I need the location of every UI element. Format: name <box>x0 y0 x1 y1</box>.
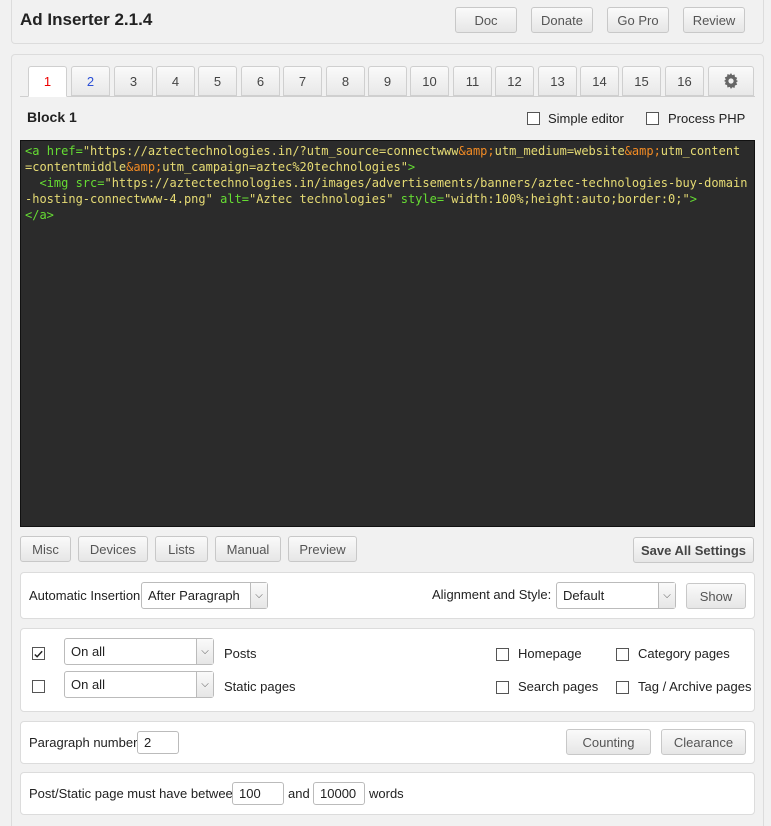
category-pages-checkbox[interactable] <box>616 648 629 661</box>
tab-15[interactable]: 15 <box>622 66 661 96</box>
posts-checkbox[interactable] <box>32 647 45 660</box>
tag-archive-pages-checkbox[interactable] <box>616 681 629 694</box>
tab-14[interactable]: 14 <box>580 66 619 96</box>
paragraph-number-label: Paragraph number <box>29 735 138 750</box>
static-pages-select[interactable]: On all ⌵ <box>64 671 214 698</box>
clearance-button[interactable]: Clearance <box>661 729 746 755</box>
code-token: alt= <box>220 192 249 206</box>
chevron-down-icon: ⌵ <box>658 583 675 608</box>
tab-1[interactable]: 1 <box>28 66 67 97</box>
words-min-input[interactable]: 100 <box>232 782 284 805</box>
lists-button[interactable]: Lists <box>155 536 208 562</box>
alignment-style-label: Alignment and Style: <box>432 587 552 602</box>
words-label-and: and <box>288 786 310 801</box>
search-pages-label: Search pages <box>518 679 599 694</box>
counting-button[interactable]: Counting <box>566 729 651 755</box>
code-token: &amp; <box>126 160 163 174</box>
tab-7[interactable]: 7 <box>283 66 322 96</box>
homepage-checkbox[interactable] <box>496 648 509 661</box>
code-token: -hosting-connectwww-4.png" <box>25 192 213 206</box>
simple-editor-label: Simple editor <box>548 111 624 126</box>
words-max-input[interactable]: 10000 <box>313 782 365 805</box>
code-token: &amp; <box>458 144 495 158</box>
code-token: utm_medium=website <box>494 144 625 158</box>
tab-12[interactable]: 12 <box>495 66 534 96</box>
devices-button[interactable]: Devices <box>78 536 148 562</box>
code-token: src= <box>75 176 105 190</box>
tab-4[interactable]: 4 <box>156 66 195 96</box>
code-token: > <box>407 160 416 174</box>
code-token: "https://aztectechnologies.in/images/adv… <box>104 176 748 190</box>
code-token: utm_campaign=aztec%20technologies" <box>162 160 408 174</box>
automatic-insertion-value: After Paragraph <box>148 588 240 603</box>
automatic-insertion-label: Automatic Insertion: <box>29 588 144 603</box>
homepage-label: Homepage <box>518 646 582 661</box>
review-button[interactable]: Review <box>683 7 745 33</box>
code-token: utm_content <box>660 144 741 158</box>
page-title: Ad Inserter 2.1.4 <box>20 10 153 29</box>
code-token: "https://aztectechnologies.in/?utm_sourc… <box>82 144 459 158</box>
code-token: <img <box>25 176 76 190</box>
tab-settings[interactable] <box>708 66 754 96</box>
save-all-settings-button[interactable]: Save All Settings <box>633 537 754 563</box>
code-token: "Aztec technologies" <box>248 192 394 206</box>
posts-select[interactable]: On all ⌵ <box>64 638 214 665</box>
show-button[interactable]: Show <box>686 583 746 609</box>
tab-3[interactable]: 3 <box>114 66 153 96</box>
tab-8[interactable]: 8 <box>326 66 365 96</box>
chevron-down-icon: ⌵ <box>196 672 213 697</box>
code-token: style= <box>400 192 445 206</box>
static-pages-select-value: On all <box>71 677 105 692</box>
alignment-style-select[interactable]: Default ⌵ <box>556 582 676 609</box>
simple-editor-checkbox[interactable] <box>527 112 540 125</box>
code-token: </a> <box>25 208 54 222</box>
code-token: "width:100%;height:auto;border:0;" <box>444 192 690 206</box>
automatic-insertion-select[interactable]: After Paragraph ⌵ <box>141 582 268 609</box>
check-icon <box>34 650 43 658</box>
static-pages-label: Static pages <box>224 679 296 694</box>
chevron-down-icon: ⌵ <box>196 639 213 664</box>
tab-9[interactable]: 9 <box>368 66 407 96</box>
code-token: &amp; <box>624 144 661 158</box>
tab-10[interactable]: 10 <box>410 66 449 96</box>
code-token: href= <box>46 144 83 158</box>
posts-label: Posts <box>224 646 257 661</box>
tab-6[interactable]: 6 <box>241 66 280 96</box>
block-title: Block 1 <box>27 109 77 125</box>
search-pages-checkbox[interactable] <box>496 681 509 694</box>
doc-button[interactable]: Doc <box>455 7 517 33</box>
code-token: > <box>689 192 697 206</box>
preview-button[interactable]: Preview <box>288 536 357 562</box>
tab-5[interactable]: 5 <box>198 66 237 96</box>
paragraph-number-input[interactable]: 2 <box>137 731 179 754</box>
code-token: <a <box>25 144 47 158</box>
tab-2[interactable]: 2 <box>71 66 110 96</box>
misc-button[interactable]: Misc <box>20 536 71 562</box>
category-pages-label: Category pages <box>638 646 730 661</box>
go-pro-button[interactable]: Go Pro <box>607 7 669 33</box>
tab-13[interactable]: 13 <box>538 66 577 96</box>
donate-button[interactable]: Donate <box>531 7 593 33</box>
chevron-down-icon: ⌵ <box>250 583 267 608</box>
process-php-label: Process PHP <box>668 111 746 126</box>
tab-16[interactable]: 16 <box>665 66 704 96</box>
code-editor[interactable]: <a href="https://aztectechnologies.in/?u… <box>20 140 755 527</box>
tab-11[interactable]: 11 <box>453 66 492 96</box>
code-token: =contentmiddle <box>25 160 127 174</box>
posts-select-value: On all <box>71 644 105 659</box>
tag-archive-pages-label: Tag / Archive pages <box>638 679 752 694</box>
words-label-after: words <box>369 786 404 801</box>
static-pages-checkbox[interactable] <box>32 680 45 693</box>
process-php-checkbox[interactable] <box>646 112 659 125</box>
alignment-style-value: Default <box>563 588 605 603</box>
words-label-before: Post/Static page must have between <box>29 786 241 801</box>
manual-button[interactable]: Manual <box>215 536 281 562</box>
gear-icon <box>724 73 738 89</box>
